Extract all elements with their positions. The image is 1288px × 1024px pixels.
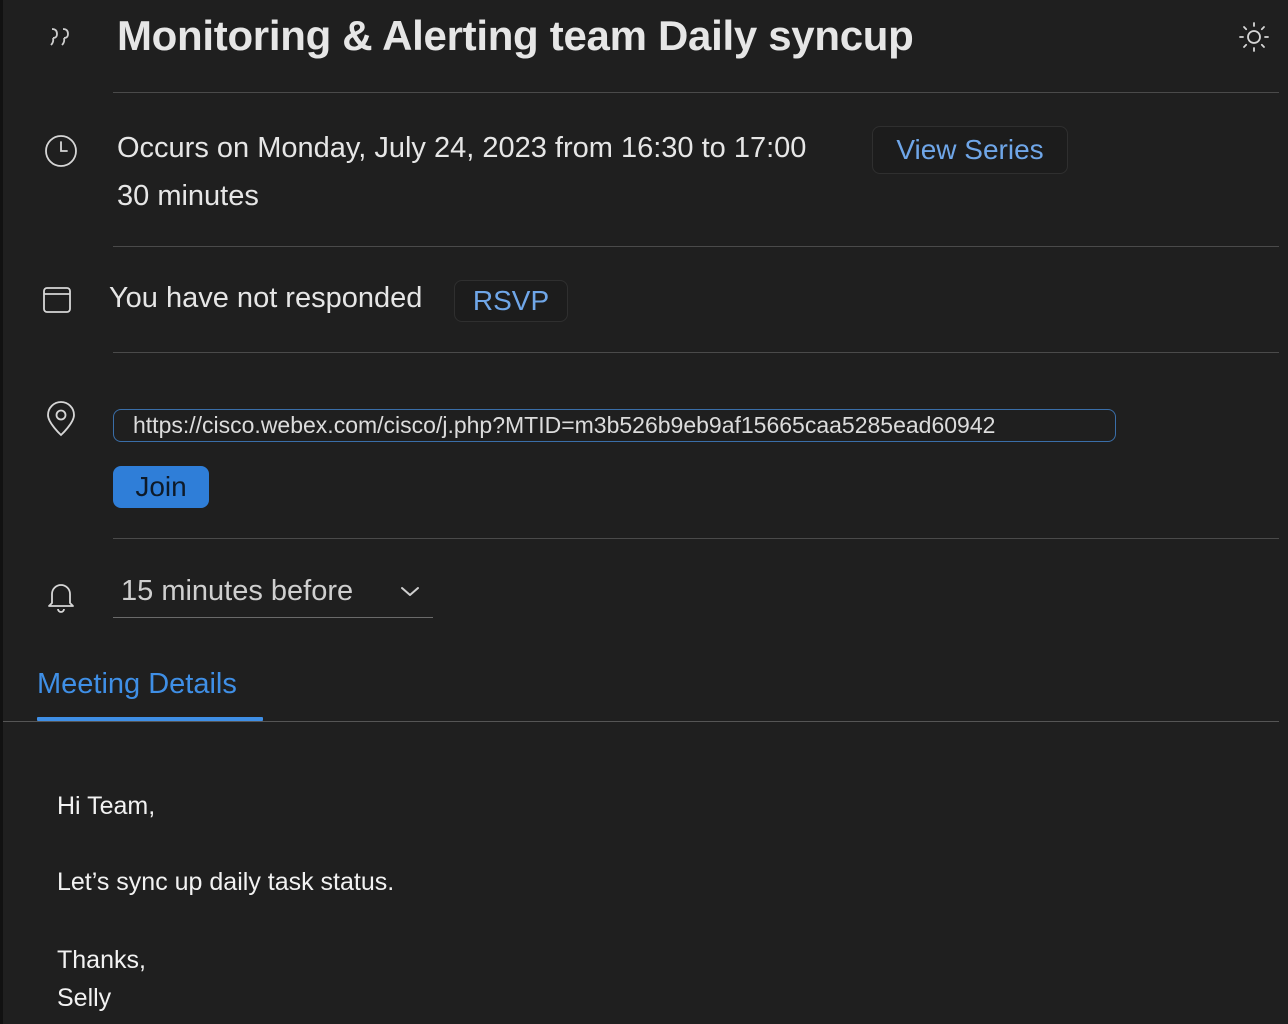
clock-icon [43, 133, 79, 169]
event-duration: 30 minutes [117, 180, 259, 212]
sun-icon[interactable] [1237, 20, 1271, 54]
response-status: You have not responded [109, 282, 423, 314]
chevron-down-icon [399, 580, 421, 607]
bell-icon [43, 578, 79, 614]
join-button[interactable]: Join [113, 466, 209, 508]
view-series-button[interactable]: View Series [872, 126, 1068, 174]
quote-icon [45, 20, 77, 52]
divider [113, 538, 1279, 539]
details-signature: Selly [57, 984, 112, 1012]
tab-bar-divider [3, 721, 1279, 722]
rsvp-button[interactable]: RSVP [454, 280, 568, 322]
details-closing: Thanks, [57, 946, 146, 974]
reminder-selected-value: 15 minutes before [121, 575, 354, 607]
details-message: Let’s sync up daily task status. [57, 868, 395, 896]
event-title: Monitoring & Alerting team Daily syncup [117, 12, 914, 59]
meeting-link-field[interactable]: https://cisco.webex.com/cisco/j.php?MTID… [113, 409, 1116, 442]
event-occurrence: Occurs on Monday, July 24, 2023 from 16:… [117, 132, 807, 164]
divider [113, 352, 1279, 353]
tab-meeting-details[interactable]: Meeting Details [37, 668, 237, 701]
calendar-icon [41, 284, 73, 316]
event-details-panel: Monitoring & Alerting team Daily syncup … [0, 0, 1288, 1024]
divider [113, 246, 1279, 247]
reminder-dropdown[interactable]: 15 minutes before [113, 566, 433, 618]
details-greeting: Hi Team, [57, 792, 156, 820]
divider [113, 92, 1279, 93]
location-pin-icon [43, 400, 79, 438]
